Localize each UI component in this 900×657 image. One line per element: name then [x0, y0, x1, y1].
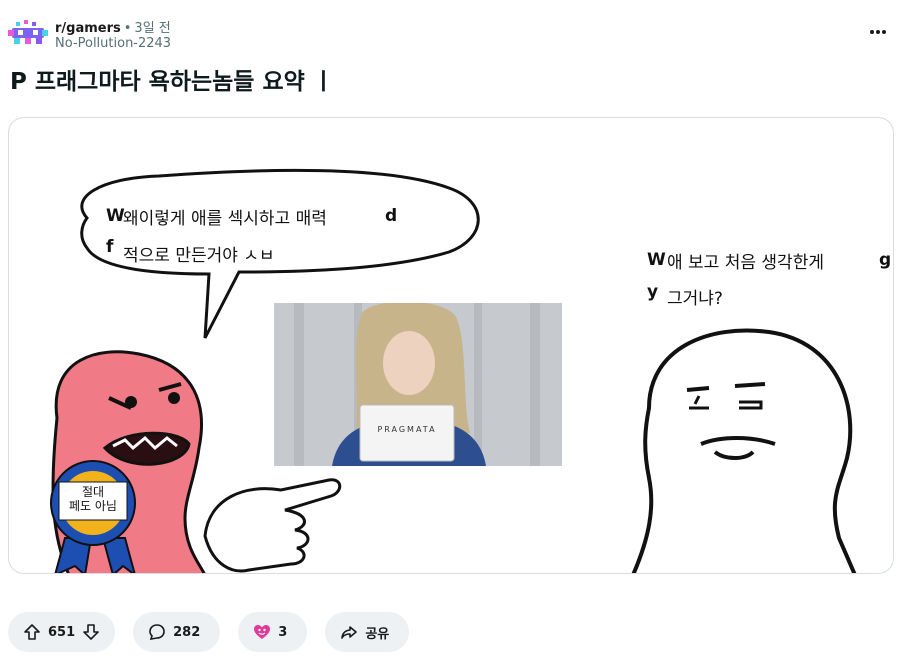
- ribbon-line-2: 페도 아님: [69, 499, 117, 513]
- post-image[interactable]: 왜이렇게 애를 섹시하고 매력 적으로 만든거야 ㅅㅂ W f d 애 보고 처…: [8, 117, 894, 574]
- reply-line-1: 애 보고 처음 생각한게: [667, 253, 824, 273]
- share-button[interactable]: 공유: [325, 612, 410, 652]
- post-time: 3일 전: [134, 21, 171, 36]
- cropped-fragment: y: [647, 282, 659, 302]
- reply-line-2: 그거냐?: [667, 289, 723, 309]
- action-bar: 651 282 3 공유: [8, 612, 410, 652]
- speech-line-2: 적으로 만든거야 ㅅㅂ: [123, 246, 275, 266]
- ribbon-label: 절대 페도 아님: [56, 485, 130, 513]
- cropped-fragment: g: [879, 250, 892, 270]
- speech-line-1: 왜이렇게 애를 섹시하고 매력: [123, 209, 327, 229]
- downvote-icon[interactable]: [81, 622, 101, 642]
- angry-eye-left: [125, 396, 137, 408]
- comment-count: 282: [173, 624, 201, 640]
- subreddit-avatar-icon[interactable]: [8, 20, 48, 48]
- upvote-icon[interactable]: [22, 622, 42, 642]
- share-label: 공유: [365, 626, 390, 642]
- post-author[interactable]: No-Pollution-2243: [55, 36, 171, 51]
- award-icon: [252, 622, 272, 642]
- cropped-fragment: W: [106, 206, 125, 226]
- cropped-fragment: d: [385, 206, 398, 226]
- cropped-fragment: f: [106, 237, 114, 257]
- vote-pill: 651: [8, 612, 116, 652]
- cropped-fragment: W: [647, 250, 666, 270]
- subreddit-line: r/gamers • 3일 전: [55, 17, 171, 36]
- calm-character-body: [631, 328, 857, 573]
- subreddit-name[interactable]: r/gamers: [55, 21, 121, 36]
- meta-separator: •: [123, 21, 132, 36]
- game-character-photo: PRAGMATA: [274, 303, 562, 466]
- more-options-icon[interactable]: [866, 20, 890, 44]
- share-icon: [339, 622, 359, 642]
- angry-eye-right: [168, 392, 180, 404]
- pointing-hand: [203, 478, 342, 573]
- character-face: [383, 331, 435, 395]
- post-title[interactable]: P 프래그마타 욕하는놈들 요약 ㅣ: [10, 62, 334, 96]
- comment-button[interactable]: 282: [133, 612, 221, 652]
- award-count: 3: [278, 624, 288, 640]
- ribbon-line-1: 절대: [81, 485, 105, 499]
- post-header: r/gamers • 3일 전 No-Pollution-2243: [8, 14, 892, 54]
- upvote-count: 651: [48, 624, 76, 640]
- sign-text: PRAGMATA: [377, 425, 437, 434]
- comment-icon: [147, 622, 167, 642]
- award-button[interactable]: 3: [238, 612, 308, 652]
